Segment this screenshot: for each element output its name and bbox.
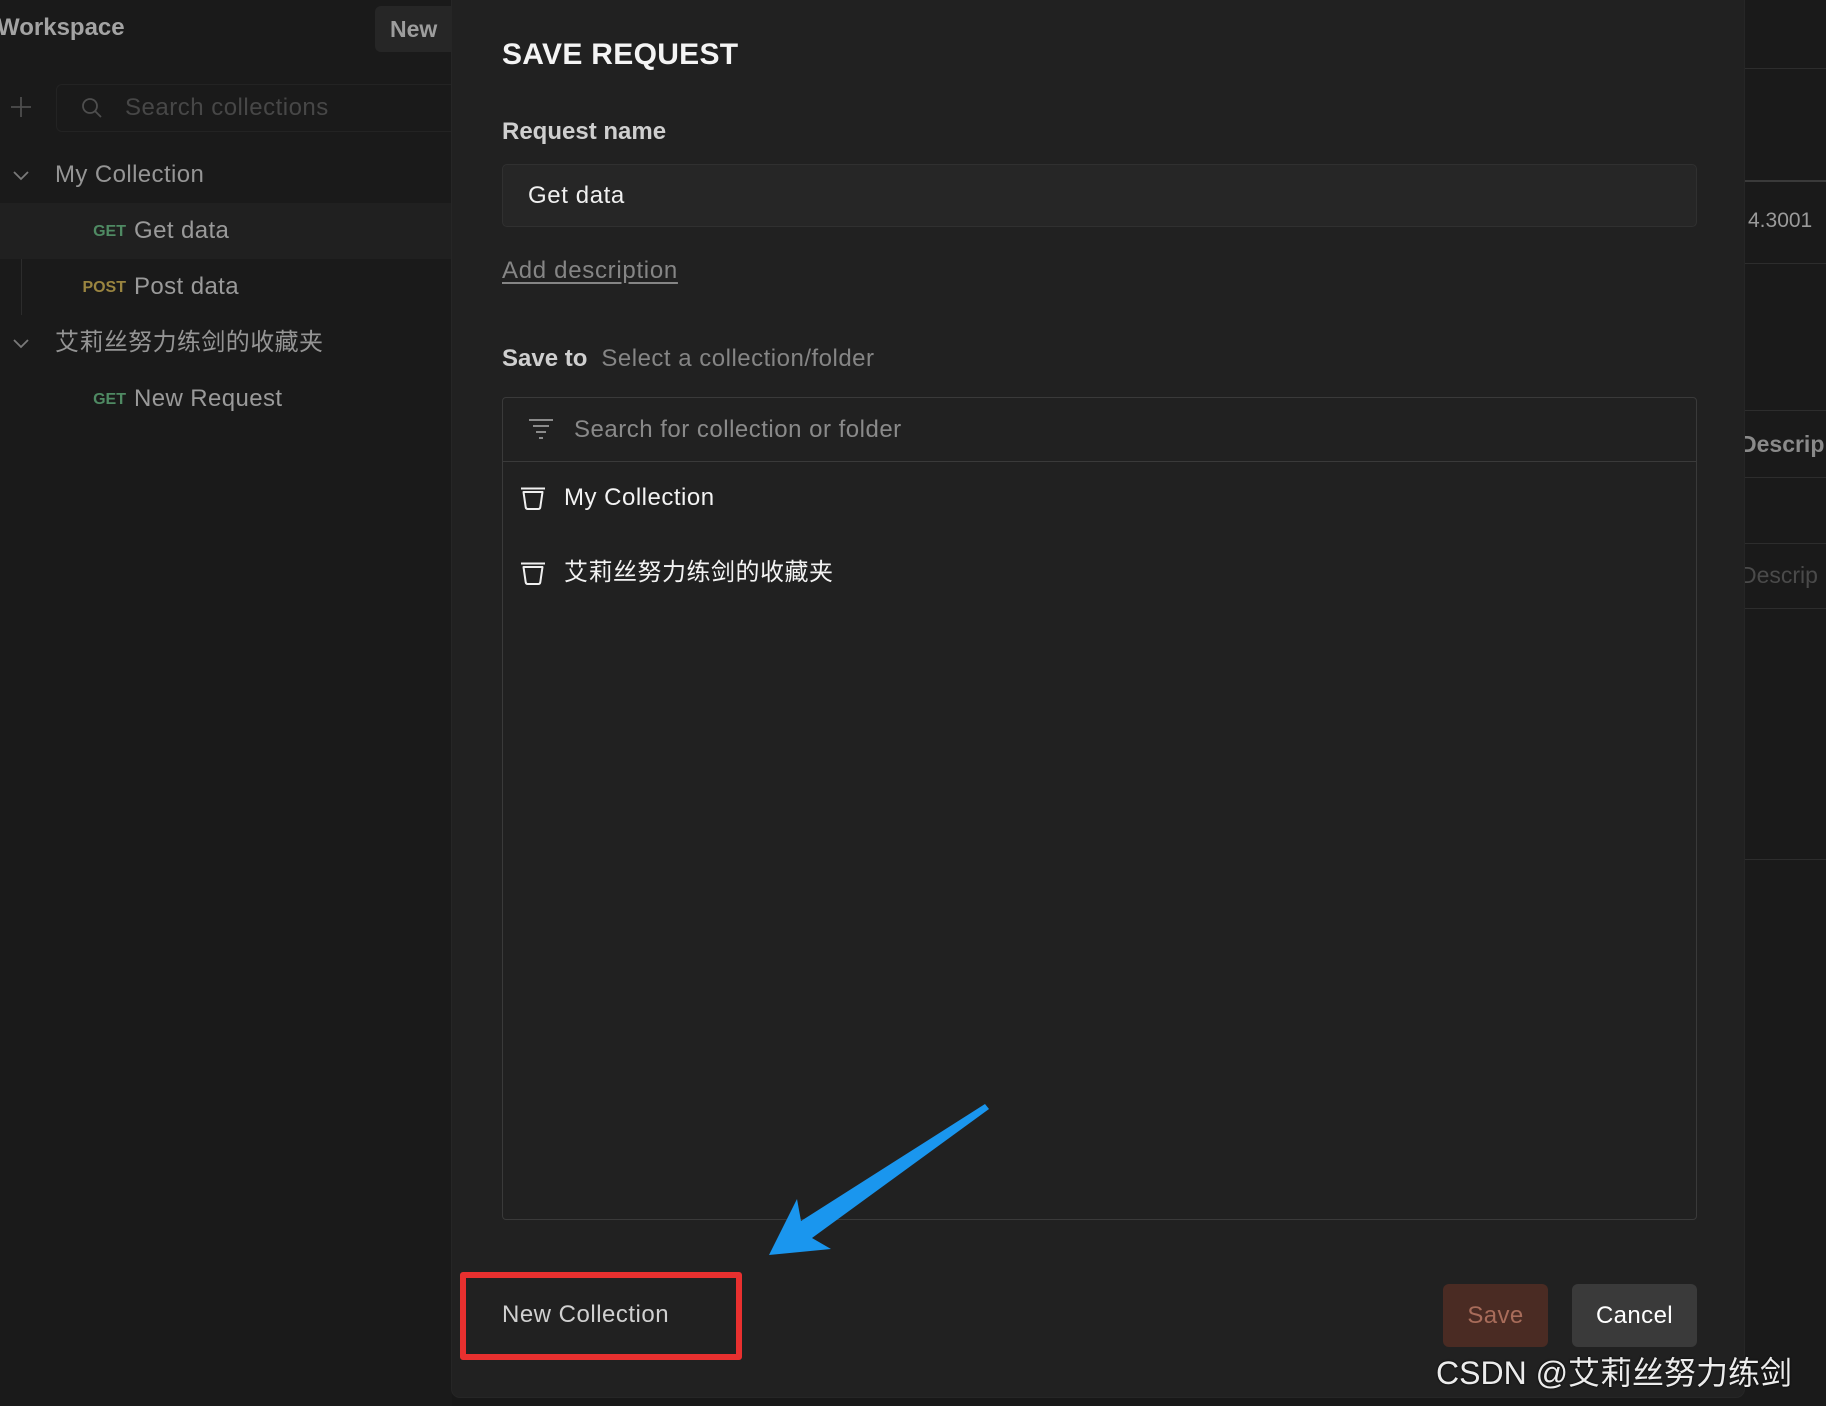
search-input[interactable] xyxy=(125,85,452,131)
workspace-title: Workspace xyxy=(0,14,125,41)
method-badge: GET xyxy=(93,391,126,408)
destination-name: 艾莉丝努力练剑的收藏夹 xyxy=(564,559,834,586)
add-description-link[interactable]: Add description xyxy=(502,256,678,286)
request-name: Post data xyxy=(134,273,240,300)
new-collection-button[interactable]: New Collection xyxy=(488,1290,683,1340)
save-button[interactable]: Save xyxy=(1443,1284,1548,1347)
save-to-hint: Select a collection/folder xyxy=(601,345,875,372)
save-request-dialog: SAVE REQUEST Request name Add descriptio… xyxy=(452,0,1744,1397)
plus-icon[interactable] xyxy=(9,95,33,119)
description-placeholder: Descrip xyxy=(1740,562,1818,588)
destination-item[interactable]: 艾莉丝努力练剑的收藏夹 xyxy=(503,538,1696,608)
request-name: New Request xyxy=(134,385,283,412)
method-badge: POST xyxy=(82,279,126,296)
request-item[interactable]: GET New Request xyxy=(0,371,452,427)
collection-icon xyxy=(519,484,547,512)
save-to-row: Save to Select a collection/folder xyxy=(502,344,875,374)
method-badge: GET xyxy=(93,223,126,240)
destination-picker: My Collection 艾莉丝努力练剑的收藏夹 xyxy=(502,397,1697,1220)
collection-icon xyxy=(519,559,547,587)
request-name-field[interactable] xyxy=(502,164,1697,227)
watermark: CSDN @艾莉丝努力练剑 xyxy=(1436,1355,1793,1391)
dialog-title: SAVE REQUEST xyxy=(502,38,739,71)
collection-item[interactable]: My Collection xyxy=(0,147,452,203)
collection-name: 艾莉丝努力练剑的收藏夹 xyxy=(55,329,324,356)
chevron-down-icon[interactable] xyxy=(10,164,32,186)
search-icon xyxy=(80,96,104,120)
collection-name: My Collection xyxy=(55,161,205,188)
description-column-header: Descrip xyxy=(1740,431,1825,457)
request-item[interactable]: POST Post data xyxy=(0,259,452,315)
request-item[interactable]: GET Get data xyxy=(0,203,452,259)
destination-name: My Collection xyxy=(564,484,715,511)
request-name-label: Request name xyxy=(502,118,667,145)
destination-item[interactable]: My Collection xyxy=(503,463,1696,533)
chevron-down-icon[interactable] xyxy=(10,332,32,354)
cancel-button[interactable]: Cancel xyxy=(1572,1284,1697,1347)
collection-search-box[interactable] xyxy=(56,84,452,132)
request-name: Get data xyxy=(134,217,230,244)
destination-search-input[interactable] xyxy=(574,398,1674,461)
collection-item[interactable]: 艾莉丝努力练剑的收藏夹 xyxy=(0,315,452,371)
filter-icon xyxy=(527,415,555,443)
destination-search-row xyxy=(503,398,1696,462)
background-value-text: 4.3001 xyxy=(1748,209,1813,232)
sidebar: Workspace New My Collection GET Get data… xyxy=(0,0,452,1406)
save-to-label: Save to xyxy=(502,345,588,372)
new-button[interactable]: New xyxy=(375,6,452,52)
